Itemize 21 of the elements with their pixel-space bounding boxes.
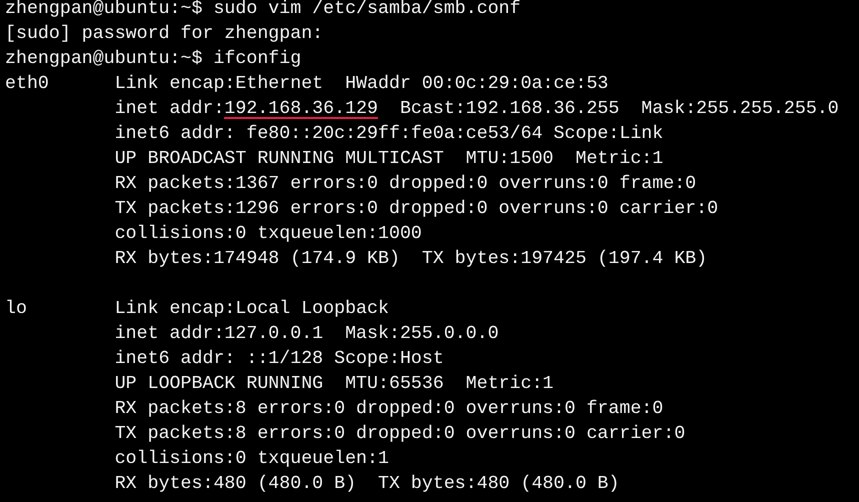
terminal-text: TX packets:8 errors:0 dropped:0 overruns:0 carrier:0 bbox=[114, 423, 686, 444]
terminal-text: RX bytes:174948 (174.9 KB) TX bytes:197425 (197.4 KB) bbox=[114, 248, 708, 269]
terminal-text: RX packets:8 errors:0 dropped:0 overruns:0 frame:0 bbox=[114, 398, 664, 419]
terminal-text: 192.168.36.129 bbox=[224, 97, 378, 119]
terminal-text: RX bytes:480 (480.0 B) TX bytes:480 (480.0 B) bbox=[114, 473, 620, 494]
terminal-text: inet addr:127.0.0.1 Mask:255.0.0.0 bbox=[114, 323, 499, 344]
terminal-text: zhengpan@ubuntu:~$ sudo vim /etc/samba/smb.conf bbox=[5, 0, 521, 19]
terminal-text: eth0 Link encap:Ethernet HWaddr 00:0c:29:0a:ce:53 bbox=[5, 73, 608, 94]
terminal-text: collisions:0 txqueuelen:1 bbox=[114, 448, 389, 469]
terminal-text: UP LOOPBACK RUNNING MTU:65536 Metric:1 bbox=[114, 373, 554, 394]
terminal-text: Bcast:192.168.36.255 Mask:255.255.255.0 bbox=[398, 98, 839, 119]
terminal-text: collisions:0 txqueuelen:1000 bbox=[114, 223, 422, 244]
terminal-text: inet addr: bbox=[114, 98, 224, 119]
terminal-text: [sudo] password for zhengpan: bbox=[5, 23, 324, 44]
terminal-text: inet6 addr: fe80::20c:29ff:fe0a:ce53/64 Scope:Link bbox=[114, 123, 664, 144]
terminal-text: UP BROADCAST RUNNING MULTICAST MTU:1500 Metric:1 bbox=[114, 148, 664, 169]
terminal-text: RX packets:1367 errors:0 dropped:0 overruns:0 frame:0 bbox=[114, 173, 696, 194]
terminal-text: inet6 addr: ::1/128 Scope:Host bbox=[114, 348, 444, 369]
terminal-text: zhengpan@ubuntu:~$ ifconfig bbox=[5, 48, 302, 69]
terminal-text: lo Link encap:Local Loopback bbox=[5, 298, 389, 319]
terminal-text: TX packets:1296 errors:0 dropped:0 overruns:0 carrier:0 bbox=[114, 198, 718, 219]
